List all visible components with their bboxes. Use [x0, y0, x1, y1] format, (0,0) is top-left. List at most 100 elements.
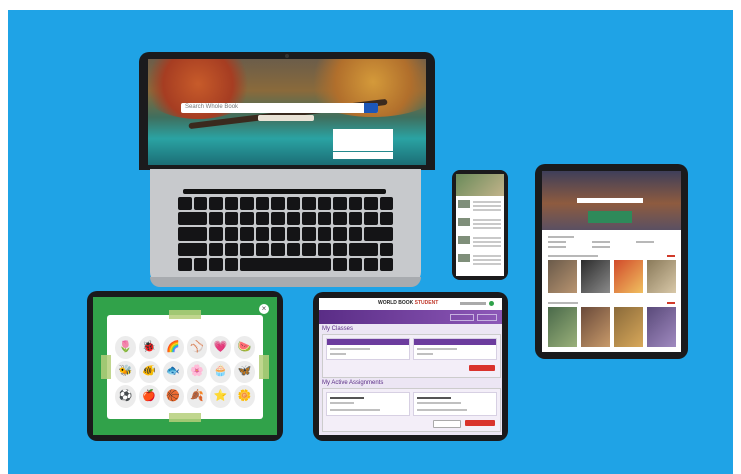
user-name	[460, 302, 486, 305]
game-picture-icon[interactable]: 🌸	[186, 360, 208, 384]
game-picture-icon[interactable]: 🍎	[138, 385, 160, 408]
assignment-card[interactable]	[326, 392, 410, 416]
phone-text-line	[473, 237, 501, 239]
close-icon[interactable]: ×	[259, 304, 269, 314]
game-picture-icon[interactable]: 🌈	[162, 336, 184, 359]
key	[255, 197, 269, 211]
key	[271, 227, 285, 241]
image-card[interactable]	[548, 260, 577, 293]
game-picture-icon[interactable]: ⚽	[115, 385, 136, 408]
game-picture-icon[interactable]: 💗	[210, 336, 232, 359]
phone-text-line	[473, 263, 501, 265]
tape-top	[169, 310, 201, 319]
key	[255, 227, 269, 241]
key	[317, 197, 331, 211]
text-line	[330, 402, 354, 404]
key	[286, 242, 300, 256]
game-picture-icon[interactable]: 🦋	[234, 360, 255, 384]
phone-text-line	[473, 259, 501, 261]
key	[317, 212, 331, 226]
key	[379, 212, 393, 226]
assignment-secondary-button[interactable]	[433, 420, 461, 428]
text-line	[417, 348, 457, 350]
key	[178, 227, 207, 241]
key	[240, 212, 254, 226]
key	[178, 257, 192, 271]
portrait-card[interactable]	[614, 307, 643, 347]
advanced-search-pill[interactable]	[258, 115, 314, 121]
laptop-search-bar[interactable]: Search Whole Book	[181, 103, 378, 113]
key	[379, 197, 393, 211]
phone-text-line	[473, 219, 501, 221]
image-card[interactable]	[581, 260, 610, 293]
game-picture-icon[interactable]: 🐝	[115, 360, 136, 384]
game-picture-icon[interactable]: 🏀	[162, 385, 184, 408]
game-picture-icon[interactable]: 🧁	[210, 360, 232, 384]
laptop-info-card	[333, 129, 393, 151]
right-tablet-screen	[542, 171, 681, 352]
phone-text-line	[473, 201, 501, 203]
text-line	[592, 241, 610, 243]
key	[255, 242, 269, 256]
laptop-camera	[285, 54, 289, 58]
search-icon[interactable]	[364, 103, 378, 113]
user-avatar[interactable]	[489, 301, 494, 306]
laptop-card-button[interactable]	[333, 152, 393, 159]
key	[271, 242, 285, 256]
key	[302, 212, 316, 226]
phone-text-line	[473, 245, 501, 247]
spacebar	[240, 257, 331, 271]
tape-right	[259, 355, 269, 379]
phone-text-line	[473, 223, 501, 225]
game-picture-icon[interactable]: 🐠	[138, 360, 160, 384]
right-tablet-search[interactable]	[577, 198, 643, 203]
portrait-card[interactable]	[647, 307, 676, 347]
key	[224, 227, 238, 241]
laptop-touchbar	[183, 189, 386, 194]
key	[348, 257, 362, 271]
my-classes-heading: My Classes	[322, 326, 354, 332]
banner-tag[interactable]	[450, 314, 474, 321]
class-card[interactable]	[413, 338, 497, 360]
key	[209, 257, 223, 271]
key	[286, 227, 300, 241]
assignment-card[interactable]	[413, 392, 497, 416]
key	[348, 212, 362, 226]
key	[224, 212, 238, 226]
key	[364, 212, 378, 226]
key	[317, 227, 331, 241]
key	[379, 257, 393, 271]
assignment-primary-button[interactable]	[465, 420, 495, 426]
key	[286, 212, 300, 226]
text-line	[417, 409, 467, 411]
game-picture-icon[interactable]: 🌼	[234, 385, 255, 408]
game-screen: × 🌷 🐞 🌈 ⚾ 💗 🍉 🐝 🐠 🐟 🌸 🧁 🦋 ⚽ 🍎 🏀 🍂 ⭐ 🌼	[93, 297, 277, 435]
game-picture-icon[interactable]: ⭐	[210, 385, 232, 408]
key	[178, 197, 192, 211]
key	[302, 197, 316, 211]
game-picture-icon[interactable]: 🍉	[234, 336, 255, 359]
top-border	[0, 0, 741, 10]
text-line	[548, 246, 566, 248]
see-all-link[interactable]	[667, 255, 675, 257]
portrait-card[interactable]	[548, 307, 577, 347]
key	[302, 242, 316, 256]
game-picture-icon[interactable]: ⚾	[186, 336, 208, 359]
image-card[interactable]	[614, 260, 643, 293]
key	[364, 197, 378, 211]
class-card[interactable]	[326, 338, 410, 360]
image-card[interactable]	[647, 260, 676, 293]
class-card-title-bar	[327, 339, 409, 345]
see-all-link[interactable]	[667, 302, 675, 304]
phone-text-line	[473, 241, 501, 243]
game-picture-icon[interactable]: 🌷	[115, 336, 136, 359]
key	[209, 227, 223, 241]
banner-tag[interactable]	[477, 314, 497, 321]
class-action-button[interactable]	[469, 365, 495, 371]
game-picture-icon[interactable]: 🐞	[138, 336, 160, 359]
right-tablet-green-card[interactable]	[588, 211, 632, 223]
text-line	[330, 353, 346, 355]
game-picture-icon[interactable]: 🐟	[162, 360, 184, 384]
game-picture-icon[interactable]: 🍂	[186, 385, 208, 408]
portrait-card[interactable]	[581, 307, 610, 347]
